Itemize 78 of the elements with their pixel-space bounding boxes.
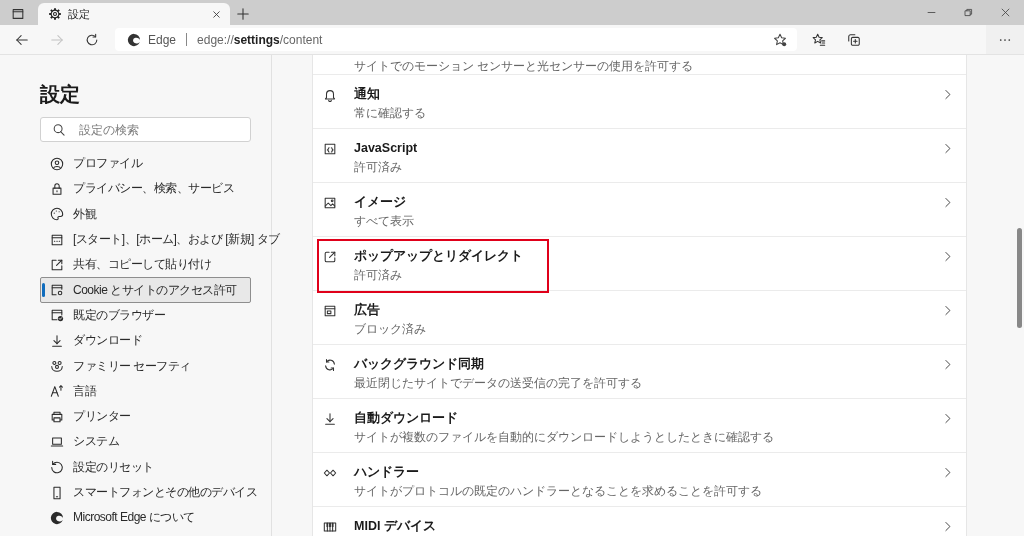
download-icon xyxy=(323,412,337,426)
edge-logo-icon xyxy=(127,32,141,47)
sidebar-item[interactable]: プリンター xyxy=(40,403,251,430)
edge-logo-icon xyxy=(50,510,64,525)
download-icon xyxy=(50,333,64,348)
sidebar-item[interactable]: ダウンロード xyxy=(40,328,251,354)
sidebar-title: 設定 xyxy=(40,82,81,107)
plus-icon xyxy=(236,7,250,21)
profile-icon xyxy=(50,156,64,171)
setting-description: すべて表示 xyxy=(354,213,414,229)
setting-title[interactable]: バックグラウンド同期 xyxy=(354,356,642,373)
setting-title[interactable]: JavaScript xyxy=(354,140,418,157)
phone-icon xyxy=(50,485,64,500)
sidebar-item[interactable]: 設定のリセット xyxy=(40,454,251,480)
gear-icon xyxy=(48,7,62,21)
sidebar-item[interactable]: 言語 xyxy=(40,378,251,404)
language-icon xyxy=(50,384,64,399)
printer-icon xyxy=(50,409,64,424)
bell-icon xyxy=(323,88,337,102)
image-icon xyxy=(323,196,337,210)
setting-title[interactable]: MIDI デバイス xyxy=(354,518,436,535)
reset-icon xyxy=(50,460,64,475)
sidebar-item[interactable]: 共有、コピーして貼り付け xyxy=(40,252,251,278)
share-icon xyxy=(50,257,64,272)
setting-description: 許可済み xyxy=(354,267,403,283)
sidebar-item[interactable]: Microsoft Edge について xyxy=(40,505,251,531)
star-list-icon xyxy=(812,32,826,47)
code-file-icon xyxy=(323,142,337,156)
address-bar[interactable]: Edge edge://settings/content xyxy=(115,28,797,51)
setting-description: 常に確認する xyxy=(354,105,426,121)
sidebar-item[interactable]: ファミリー セーフティ xyxy=(40,353,251,379)
sidebar-item[interactable]: Cookie とサイトのアクセス許可 xyxy=(40,277,251,303)
setting-description: サイトでのモーション センサーと光センサーの使用を許可する xyxy=(354,59,694,73)
setting-title[interactable]: ポップアップとリダイレクト xyxy=(354,248,523,265)
family-icon xyxy=(50,359,64,373)
stacked-squares-plus-icon xyxy=(847,32,861,47)
refresh-icon xyxy=(85,32,99,47)
sidebar-item[interactable]: 外観 xyxy=(40,201,251,227)
search-field[interactable]: 設定の検索 xyxy=(40,117,251,142)
sidebar-item[interactable]: プロファイル xyxy=(40,151,251,177)
browser-tab[interactable]: 設定 xyxy=(38,3,230,25)
sidebar-item[interactable]: 既定のブラウザー xyxy=(40,302,251,329)
new-tab-page-icon xyxy=(50,232,64,247)
external-link-icon xyxy=(323,250,337,264)
setting-title[interactable]: 自動ダウンロード xyxy=(354,410,774,427)
window-gear-icon xyxy=(50,283,64,298)
window-icon xyxy=(11,7,25,21)
site-label: Edge xyxy=(148,32,177,47)
setting-description: サイトが複数のファイルを自動的にダウンロードしようとしたときに確認する xyxy=(354,429,774,445)
arrow-right-icon xyxy=(50,32,64,47)
scrollbar-thumb[interactable] xyxy=(1017,228,1022,328)
lock-icon xyxy=(50,181,64,196)
setting-description: 許可済み xyxy=(354,159,403,175)
setting-description: ブロック済み xyxy=(354,321,426,337)
sync-icon xyxy=(323,358,337,372)
more-icon xyxy=(999,38,1011,41)
search-icon xyxy=(52,123,66,137)
setting-title[interactable]: 広告 xyxy=(354,302,426,319)
laptop-icon xyxy=(50,434,64,449)
setting-title[interactable]: イメージ xyxy=(354,194,414,211)
url-text: edge://settings/content xyxy=(197,32,323,47)
close-icon xyxy=(1000,7,1011,18)
setting-title[interactable]: ハンドラー xyxy=(354,464,762,481)
arrow-left-icon xyxy=(15,32,29,47)
piano-keys-icon xyxy=(323,520,337,534)
sidebar-item[interactable]: システム xyxy=(40,429,251,455)
ad-window-icon xyxy=(323,304,337,318)
setting-title[interactable]: 通知 xyxy=(354,86,426,103)
window-check-icon xyxy=(50,308,64,323)
sidebar-item[interactable]: [スタート]、[ホーム]、および [新規] タブ xyxy=(40,226,285,253)
setting-description: サイトがプロトコルの既定のハンドラーとなることを求めることを許可する xyxy=(354,483,762,499)
restore-icon xyxy=(963,7,974,18)
setting-description: 最近閉じたサイトでデータの送受信の完了を許可する xyxy=(354,375,642,391)
sidebar-item[interactable]: プライバシー、検索、サービス xyxy=(40,176,251,202)
palette-icon xyxy=(50,207,64,222)
close-icon xyxy=(210,8,222,20)
star-badge-icon xyxy=(773,32,787,47)
sidebar-item[interactable]: スマートフォンとその他のデバイス xyxy=(40,479,262,506)
